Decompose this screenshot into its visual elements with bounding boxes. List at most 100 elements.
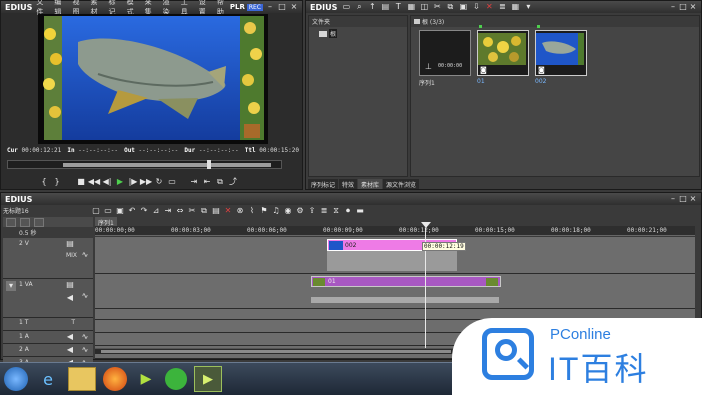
track-2v-wave-icon[interactable]: ∿ — [80, 250, 90, 260]
cut-icon[interactable]: ✂ — [432, 2, 442, 12]
add-clip-icon[interactable]: ▤ — [380, 2, 390, 12]
cut-tl-icon[interactable]: ✂ — [187, 206, 197, 216]
export-icon[interactable]: ⤴ — [228, 177, 238, 187]
track-2a-speaker-icon[interactable]: ◀ — [65, 345, 75, 355]
clip-item-002[interactable]: ◙ 002 — [535, 25, 587, 98]
properties-icon[interactable]: ≣ — [497, 2, 507, 12]
marker-icon[interactable]: ⚑ — [259, 206, 269, 216]
set-out-icon[interactable]: } — [52, 177, 62, 187]
track-1va-toggle-icon[interactable]: ▾ — [6, 281, 16, 291]
insert-mode-icon[interactable]: ⇥ — [163, 206, 173, 216]
clip-01-on-timeline[interactable]: 01 — [311, 276, 501, 287]
step-back-icon[interactable]: ◀| — [102, 177, 112, 187]
track-1va-speaker-icon[interactable]: ◀ — [65, 293, 75, 303]
track-header-1a[interactable]: 1 A ◀ ∿ — [3, 331, 93, 344]
clip-item-sequence[interactable]: ⊥ 00:00:00 序列1 — [419, 30, 471, 98]
track-2v-mix-icon[interactable]: MIX — [66, 252, 77, 259]
playhead-marker[interactable] — [421, 222, 431, 228]
overwrite-icon[interactable]: ⇤ — [202, 177, 212, 187]
loop-icon[interactable]: ↻ — [154, 177, 164, 187]
rewind-icon[interactable]: ◀◀ — [88, 177, 100, 187]
timeline-scroll-thumb[interactable] — [101, 350, 451, 353]
timeline-close-icon[interactable]: × — [688, 194, 698, 204]
timeline-settings-icon[interactable]: ≣ — [319, 206, 329, 216]
play-icon[interactable]: ▶ — [115, 177, 125, 187]
copy-tl-icon[interactable]: ⧉ — [199, 206, 209, 216]
add-to-timeline-icon[interactable]: ⇩ — [471, 2, 481, 12]
plr-mode-label[interactable]: PLR — [230, 3, 245, 11]
track-header-1va[interactable]: ▾ 1 VA ▤ ◀ ∿ — [3, 279, 93, 318]
track-header-1t[interactable]: 1 T T — [3, 318, 93, 331]
track-header-2a[interactable]: 2 A ◀ ∿ — [3, 344, 93, 357]
record-icon[interactable]: ⏺ — [343, 206, 353, 216]
track-1t-text-icon[interactable]: T — [71, 319, 75, 326]
fast-forward-icon[interactable]: ▶▶ — [140, 177, 152, 187]
maximize-icon[interactable]: □ — [277, 2, 287, 12]
track-1va-wave-icon[interactable]: ∿ — [80, 291, 90, 301]
add-text-icon[interactable]: T — [393, 2, 403, 12]
timeline-ruler[interactable]: 00:00:00;00 00:00:03;00 00:00:06;00 00:0… — [95, 226, 695, 236]
track-1a-speaker-icon[interactable]: ◀ — [65, 332, 75, 342]
snap-icon[interactable]: ⊿ — [151, 206, 161, 216]
scrub-handle[interactable] — [207, 160, 211, 169]
green-app-icon[interactable] — [165, 368, 187, 390]
stop-icon[interactable]: ■ — [76, 177, 86, 187]
insert-icon[interactable]: ⇥ — [189, 177, 199, 187]
minimize-icon[interactable]: – — [265, 2, 275, 12]
paste-tl-icon[interactable]: ▤ — [211, 206, 221, 216]
add-cut-icon[interactable]: ⌇ — [247, 206, 257, 216]
track-tool-3-icon[interactable] — [34, 218, 44, 227]
media-player-icon[interactable]: ▶ — [134, 368, 158, 390]
firefox-icon[interactable] — [103, 367, 127, 391]
menu-icon[interactable]: ▾ — [523, 2, 533, 12]
ie-icon[interactable]: e — [35, 367, 61, 391]
ripple-delete-icon[interactable]: ⊗ — [235, 206, 245, 216]
search-icon[interactable]: ⌕ — [354, 2, 364, 12]
scrub-bar[interactable] — [7, 160, 282, 169]
track-header-2v[interactable]: 2 V ▤ MIX ∿ — [3, 238, 93, 279]
delete-tl-icon[interactable]: ✕ — [223, 206, 233, 216]
copy-icon[interactable]: ⧉ — [445, 2, 455, 12]
paste-icon[interactable]: ▣ — [458, 2, 468, 12]
open-project-icon[interactable]: ▭ — [103, 206, 113, 216]
bin-close-icon[interactable]: × — [688, 2, 698, 12]
match-frame-icon[interactable]: ⧉ — [215, 177, 225, 187]
open-icon[interactable]: ◫ — [419, 2, 429, 12]
tab-source-browser[interactable]: 源文件浏览 — [383, 179, 420, 189]
rec-mode-label[interactable]: REC — [246, 3, 263, 11]
track-1va-lock-icon[interactable]: ▤ — [65, 280, 75, 290]
close-icon[interactable]: × — [289, 2, 299, 12]
track-tool-1-icon[interactable] — [6, 218, 16, 227]
view-icon[interactable]: ▦ — [510, 2, 520, 12]
output-icon[interactable]: ⇪ — [307, 206, 317, 216]
audio-mixer-icon[interactable]: ♫ — [271, 206, 281, 216]
start-button[interactable] — [4, 367, 28, 391]
track-2v-lock-icon[interactable]: ▤ — [65, 239, 75, 249]
edius-taskbar-icon[interactable]: ▶ — [194, 366, 222, 392]
folder-icon[interactable]: ▭ — [341, 2, 351, 12]
delete-icon[interactable]: ✕ — [484, 2, 494, 12]
render-icon[interactable]: ⚙ — [295, 206, 305, 216]
root-folder-item[interactable]: 根 — [309, 27, 407, 40]
sync-mode-icon[interactable]: ⇔ — [175, 206, 185, 216]
export-tl-icon[interactable]: ▬ — [355, 206, 365, 216]
save-project-icon[interactable]: ▣ — [115, 206, 125, 216]
undo-icon[interactable]: ↶ — [127, 206, 137, 216]
monitor-icon[interactable]: ▭ — [167, 177, 177, 187]
voiceover-icon[interactable]: ◉ — [283, 206, 293, 216]
step-forward-icon[interactable]: |▶ — [128, 177, 138, 187]
bin-minimize-icon[interactable]: – — [668, 2, 678, 12]
track-1a-wave-icon[interactable]: ∿ — [80, 332, 90, 342]
timeline-maximize-icon[interactable]: □ — [678, 194, 688, 204]
zoom-level[interactable]: 0.5 秒 — [3, 227, 93, 238]
track-2a-wave-icon[interactable]: ∿ — [80, 345, 90, 355]
color-bar-icon[interactable]: ▦ — [406, 2, 416, 12]
bin-maximize-icon[interactable]: □ — [678, 2, 688, 12]
explorer-icon[interactable] — [68, 367, 96, 391]
new-sequence-icon[interactable]: ▢ — [91, 206, 101, 216]
set-in-icon[interactable]: { — [39, 177, 49, 187]
tab-bin[interactable]: 素材库 — [358, 179, 383, 189]
track-tool-2-icon[interactable] — [20, 218, 30, 227]
tab-sequence-marker[interactable]: 序列标记 — [308, 179, 339, 189]
clip-item-01[interactable]: ◙ 01 — [477, 25, 529, 98]
